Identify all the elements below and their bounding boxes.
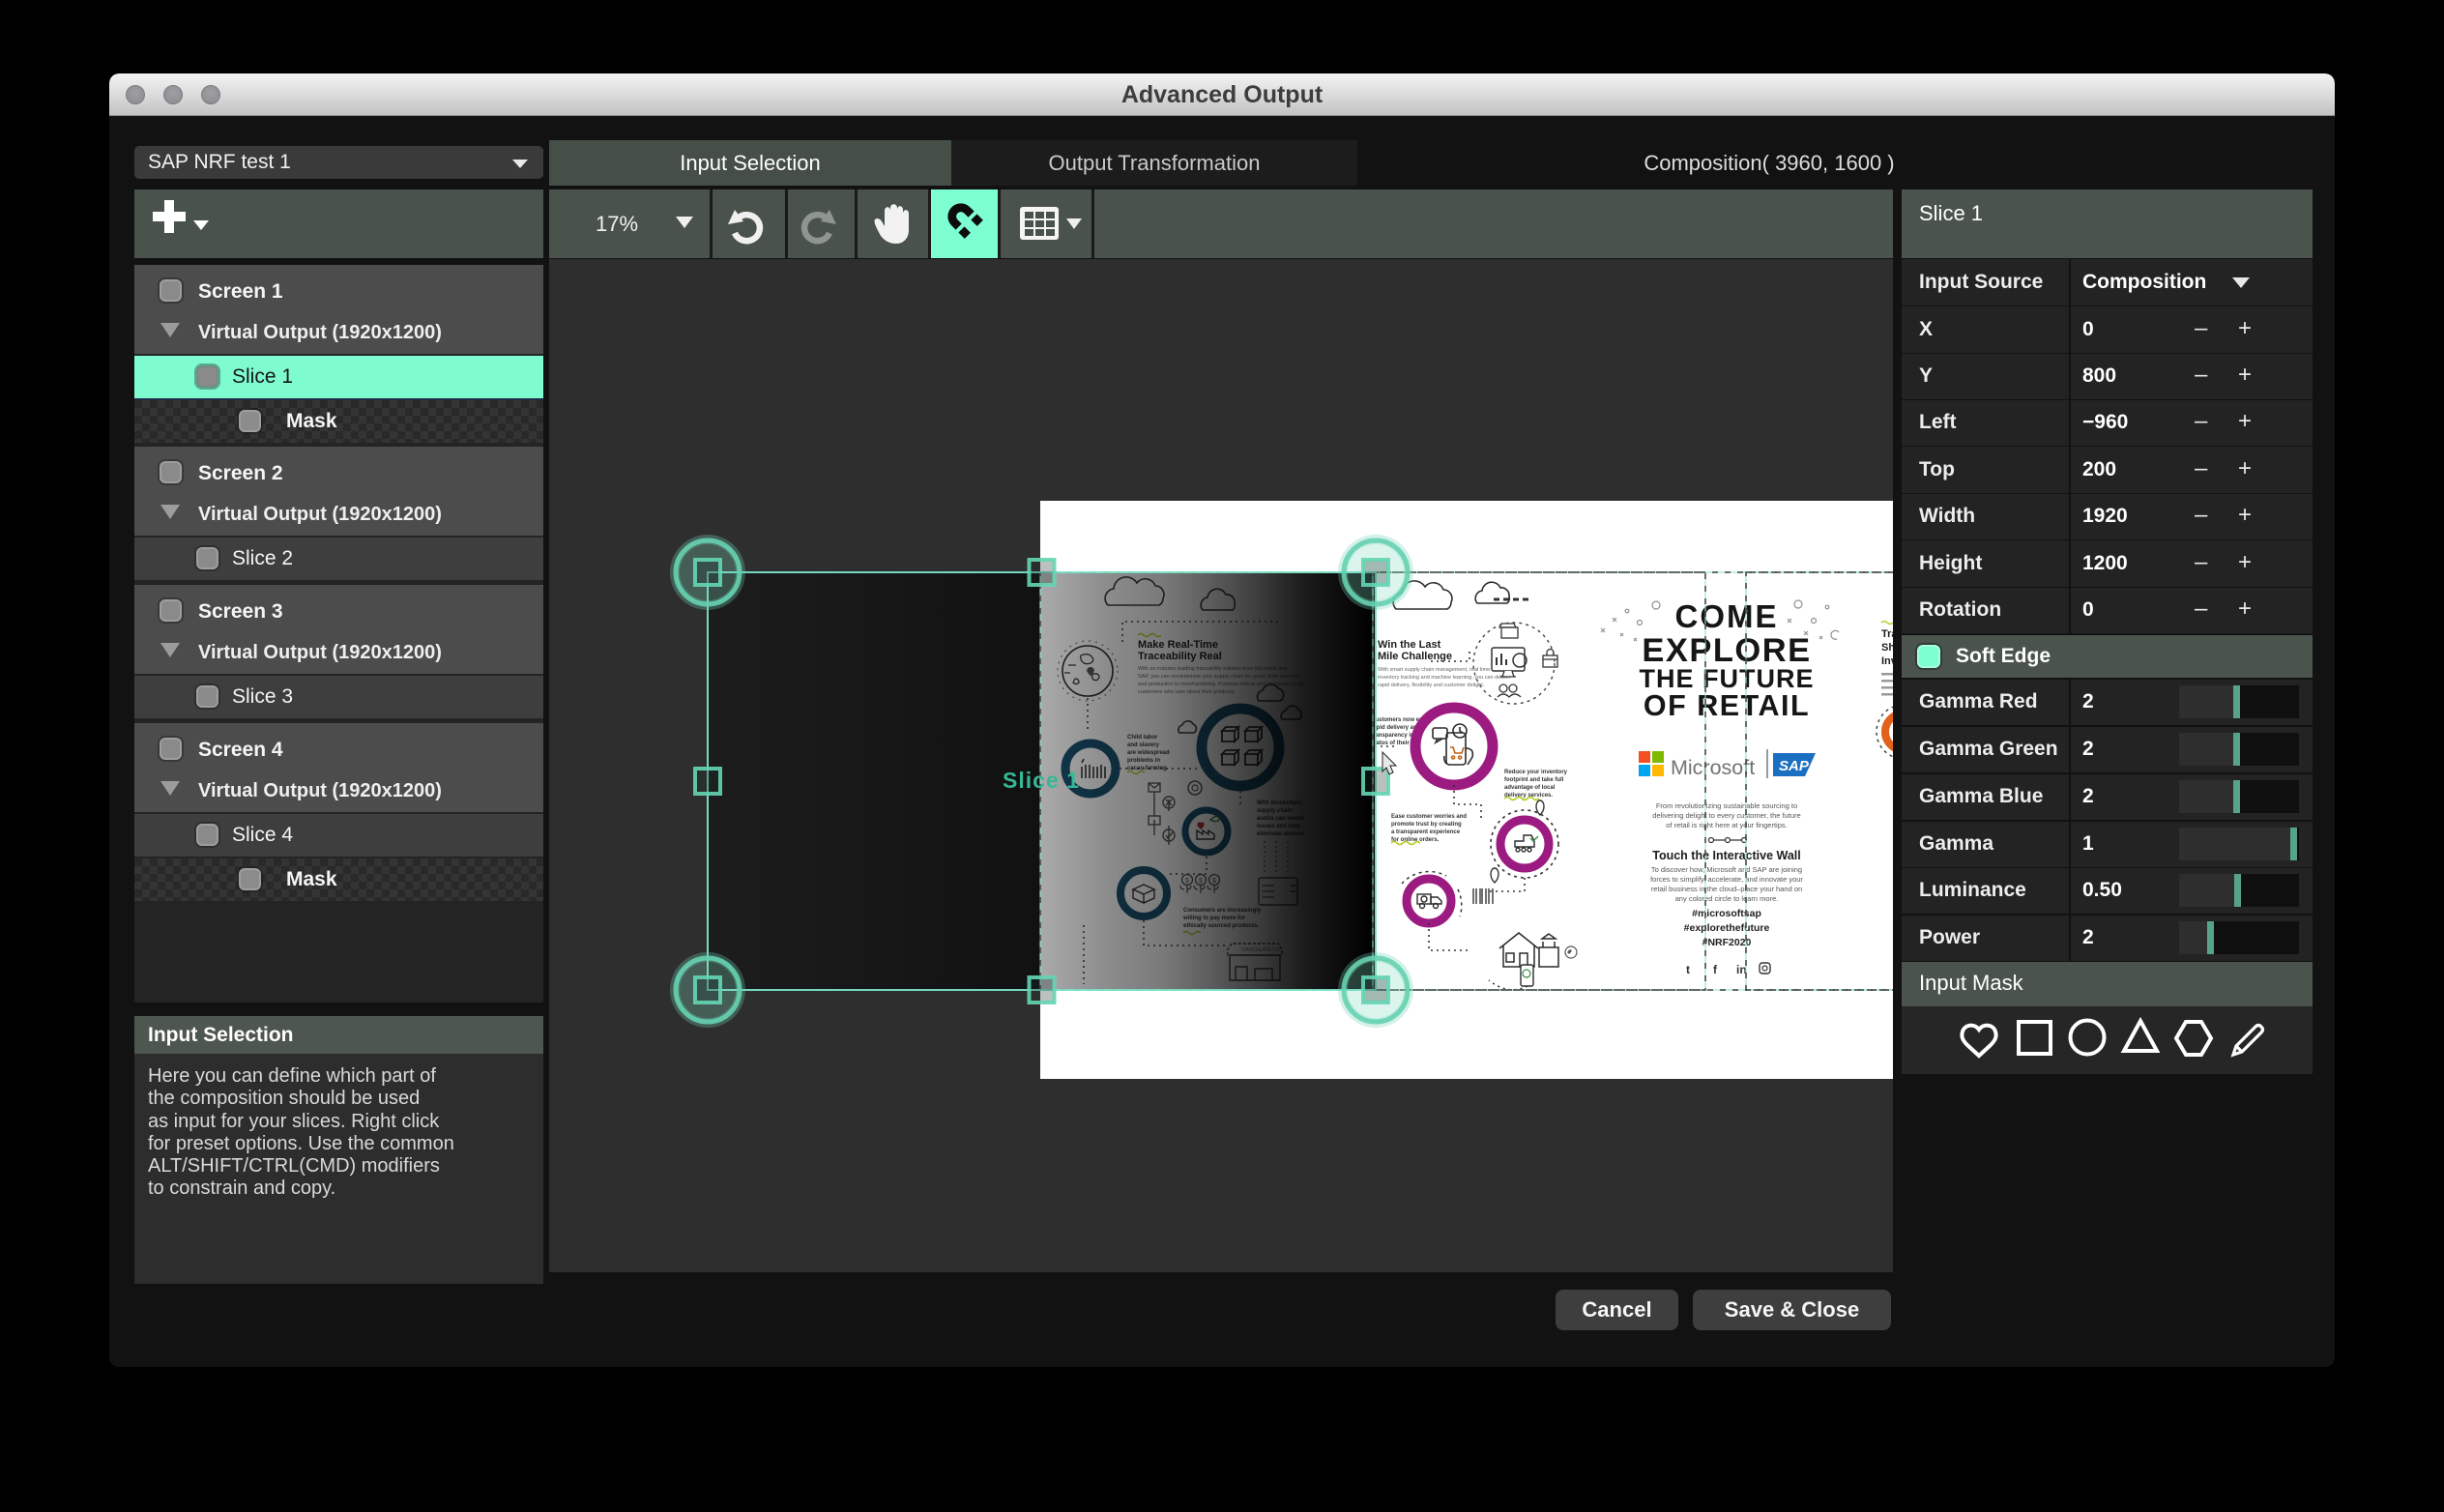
svg-text:Slice 1: Slice 1 <box>1003 768 1080 793</box>
